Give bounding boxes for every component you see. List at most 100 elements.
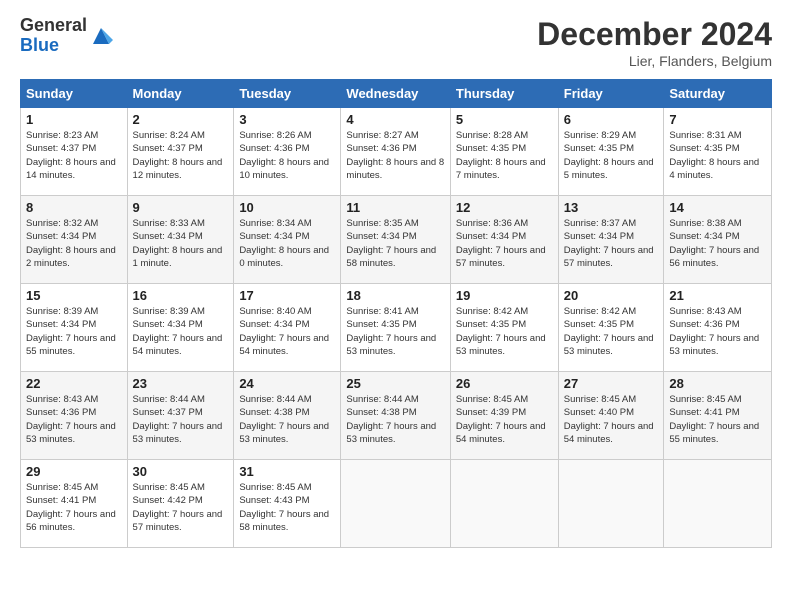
day-number: 6 (564, 112, 659, 127)
day-info: Sunrise: 8:23 AMSunset: 4:37 PMDaylight:… (26, 129, 122, 182)
calendar-week-5: 29Sunrise: 8:45 AMSunset: 4:41 PMDayligh… (21, 460, 772, 548)
calendar-cell: 28 Sunrise: 8:45 AMSunset: 4:41 PMDayligh… (664, 372, 772, 460)
day-number: 28 (669, 376, 766, 391)
calendar-cell: 6 Sunrise: 8:29 AMSunset: 4:35 PMDaylight… (558, 108, 664, 196)
header: General Blue December 2024 Lier, Flander… (20, 16, 772, 69)
day-header-wednesday: Wednesday (341, 80, 450, 108)
calendar-cell: 19 Sunrise: 8:42 AMSunset: 4:35 PMDayligh… (450, 284, 558, 372)
calendar-cell: 3 Sunrise: 8:26 AMSunset: 4:36 PMDaylight… (234, 108, 341, 196)
calendar-cell (450, 460, 558, 548)
day-number: 10 (239, 200, 335, 215)
title-section: December 2024 Lier, Flanders, Belgium (537, 16, 772, 69)
day-number: 7 (669, 112, 766, 127)
day-info: Sunrise: 8:36 AMSunset: 4:34 PMDaylight:… (456, 217, 553, 270)
calendar-cell (664, 460, 772, 548)
calendar-subtitle: Lier, Flanders, Belgium (537, 53, 772, 69)
day-info: Sunrise: 8:45 AMSunset: 4:42 PMDaylight:… (133, 481, 229, 534)
logo-icon (89, 24, 113, 48)
calendar-cell: 11 Sunrise: 8:35 AMSunset: 4:34 PMDayligh… (341, 196, 450, 284)
calendar-cell: 30 Sunrise: 8:45 AMSunset: 4:42 PMDayligh… (127, 460, 234, 548)
day-number: 4 (346, 112, 444, 127)
day-number: 29 (26, 464, 122, 479)
day-header-monday: Monday (127, 80, 234, 108)
day-info: Sunrise: 8:39 AMSunset: 4:34 PMDaylight:… (133, 305, 229, 358)
calendar-cell: 16 Sunrise: 8:39 AMSunset: 4:34 PMDayligh… (127, 284, 234, 372)
day-number: 15 (26, 288, 122, 303)
day-number: 26 (456, 376, 553, 391)
day-number: 22 (26, 376, 122, 391)
day-info: Sunrise: 8:45 AMSunset: 4:43 PMDaylight:… (239, 481, 335, 534)
day-number: 3 (239, 112, 335, 127)
day-info: Sunrise: 8:32 AMSunset: 4:34 PMDaylight:… (26, 217, 122, 270)
day-info: Sunrise: 8:42 AMSunset: 4:35 PMDaylight:… (456, 305, 553, 358)
day-number: 21 (669, 288, 766, 303)
day-info: Sunrise: 8:34 AMSunset: 4:34 PMDaylight:… (239, 217, 335, 270)
day-number: 13 (564, 200, 659, 215)
calendar-cell: 5Sunrise: 8:28 AMSunset: 4:35 PMDaylight… (450, 108, 558, 196)
day-number: 23 (133, 376, 229, 391)
calendar-cell: 17 Sunrise: 8:40 AMSunset: 4:34 PMDayligh… (234, 284, 341, 372)
calendar-cell: 23 Sunrise: 8:44 AMSunset: 4:37 PMDayligh… (127, 372, 234, 460)
calendar-week-3: 15 Sunrise: 8:39 AMSunset: 4:34 PMDayligh… (21, 284, 772, 372)
calendar-cell: 26 Sunrise: 8:45 AMSunset: 4:39 PMDayligh… (450, 372, 558, 460)
calendar-cell (558, 460, 664, 548)
day-number: 16 (133, 288, 229, 303)
day-number: 8 (26, 200, 122, 215)
day-info: Sunrise: 8:43 AMSunset: 4:36 PMDaylight:… (26, 393, 122, 446)
calendar-cell: 8 Sunrise: 8:32 AMSunset: 4:34 PMDaylight… (21, 196, 128, 284)
calendar-cell: 13Sunrise: 8:37 AMSunset: 4:34 PMDayligh… (558, 196, 664, 284)
day-info: Sunrise: 8:44 AMSunset: 4:37 PMDaylight:… (133, 393, 229, 446)
day-number: 30 (133, 464, 229, 479)
day-info: Sunrise: 8:24 AMSunset: 4:37 PMDaylight:… (133, 129, 229, 182)
day-info: Sunrise: 8:43 AMSunset: 4:36 PMDaylight:… (669, 305, 766, 358)
calendar-cell: 25Sunrise: 8:44 AMSunset: 4:38 PMDayligh… (341, 372, 450, 460)
day-number: 11 (346, 200, 444, 215)
calendar-cell: 9Sunrise: 8:33 AMSunset: 4:34 PMDaylight… (127, 196, 234, 284)
calendar-table: SundayMondayTuesdayWednesdayThursdayFrid… (20, 79, 772, 548)
calendar-title: December 2024 (537, 16, 772, 53)
day-number: 2 (133, 112, 229, 127)
day-number: 31 (239, 464, 335, 479)
day-header-friday: Friday (558, 80, 664, 108)
day-number: 1 (26, 112, 122, 127)
calendar-cell: 10 Sunrise: 8:34 AMSunset: 4:34 PMDayligh… (234, 196, 341, 284)
day-info: Sunrise: 8:33 AMSunset: 4:34 PMDaylight:… (133, 217, 229, 270)
day-info: Sunrise: 8:41 AMSunset: 4:35 PMDaylight:… (346, 305, 444, 358)
calendar-cell: 4 Sunrise: 8:27 AMSunset: 4:36 PMDaylight… (341, 108, 450, 196)
day-number: 18 (346, 288, 444, 303)
calendar-cell: 2 Sunrise: 8:24 AMSunset: 4:37 PMDaylight… (127, 108, 234, 196)
calendar-week-4: 22 Sunrise: 8:43 AMSunset: 4:36 PMDayligh… (21, 372, 772, 460)
calendar-week-2: 8 Sunrise: 8:32 AMSunset: 4:34 PMDaylight… (21, 196, 772, 284)
logo: General Blue (20, 16, 113, 56)
day-header-thursday: Thursday (450, 80, 558, 108)
day-info: Sunrise: 8:44 AMSunset: 4:38 PMDaylight:… (239, 393, 335, 446)
day-info: Sunrise: 8:40 AMSunset: 4:34 PMDaylight:… (239, 305, 335, 358)
day-info: Sunrise: 8:35 AMSunset: 4:34 PMDaylight:… (346, 217, 444, 270)
day-info: Sunrise: 8:45 AMSunset: 4:40 PMDaylight:… (564, 393, 659, 446)
logo-general: General (20, 15, 87, 35)
calendar-cell: 27Sunrise: 8:45 AMSunset: 4:40 PMDayligh… (558, 372, 664, 460)
calendar-cell: 24 Sunrise: 8:44 AMSunset: 4:38 PMDayligh… (234, 372, 341, 460)
day-number: 25 (346, 376, 444, 391)
day-header-sunday: Sunday (21, 80, 128, 108)
calendar-cell: 18 Sunrise: 8:41 AMSunset: 4:35 PMDayligh… (341, 284, 450, 372)
calendar-cell (341, 460, 450, 548)
day-header-saturday: Saturday (664, 80, 772, 108)
calendar-cell: 7Sunrise: 8:31 AMSunset: 4:35 PMDaylight… (664, 108, 772, 196)
day-header-tuesday: Tuesday (234, 80, 341, 108)
day-info: Sunrise: 8:45 AMSunset: 4:41 PMDaylight:… (669, 393, 766, 446)
day-number: 17 (239, 288, 335, 303)
day-number: 14 (669, 200, 766, 215)
day-info: Sunrise: 8:26 AMSunset: 4:36 PMDaylight:… (239, 129, 335, 182)
day-info: Sunrise: 8:45 AMSunset: 4:39 PMDaylight:… (456, 393, 553, 446)
logo-text: General Blue (20, 16, 87, 56)
day-number: 19 (456, 288, 553, 303)
day-number: 24 (239, 376, 335, 391)
calendar-cell: 12 Sunrise: 8:36 AMSunset: 4:34 PMDayligh… (450, 196, 558, 284)
day-info: Sunrise: 8:39 AMSunset: 4:34 PMDaylight:… (26, 305, 122, 358)
day-info: Sunrise: 8:29 AMSunset: 4:35 PMDaylight:… (564, 129, 659, 182)
logo-blue: Blue (20, 35, 59, 55)
day-number: 12 (456, 200, 553, 215)
day-info: Sunrise: 8:27 AMSunset: 4:36 PMDaylight:… (346, 129, 444, 182)
calendar-header-row: SundayMondayTuesdayWednesdayThursdayFrid… (21, 80, 772, 108)
